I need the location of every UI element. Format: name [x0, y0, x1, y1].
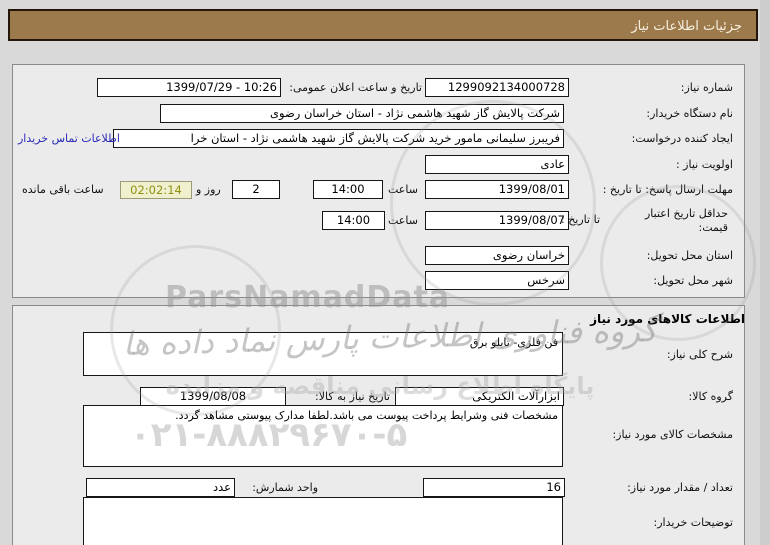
buyer-org-field[interactable]: شرکت پالایش گاز شهید هاشمی نژاد - استان … — [160, 104, 564, 123]
need-number-field[interactable]: 1299092134000728 — [425, 78, 569, 97]
goods-info-header: اطلاعات کالاهای مورد نیاز — [590, 312, 745, 326]
buyer-org-label: نام دستگاه خریدار: — [646, 107, 733, 120]
deadline-days-label: روز و — [196, 183, 221, 196]
buyer-contact-link[interactable]: اطلاعات تماس خریدار — [18, 132, 120, 145]
goods-need-date-field[interactable]: 1399/08/08 — [140, 387, 286, 406]
deadline-label: مهلت ارسال پاسخ: تا تاریخ : — [602, 183, 733, 196]
deadline-countdown: 02:02:14 — [120, 181, 192, 199]
goods-group-label: گروه کالا: — [688, 390, 733, 403]
priority-field[interactable]: عادی — [425, 155, 569, 174]
deadline-time-field[interactable]: 14:00 — [313, 180, 383, 199]
delivery-city-field[interactable]: سرخس — [425, 271, 569, 290]
request-creator-field[interactable]: فریبرز سلیمانی مامور خرید شرکت پالایش گا… — [113, 129, 564, 148]
need-description-label: شرح کلی نیاز: — [666, 348, 733, 361]
price-validity-time-field[interactable]: 14:00 — [322, 211, 385, 230]
request-creator-label: ایجاد کننده درخواست: — [631, 132, 733, 145]
count-unit-field[interactable]: عدد — [86, 478, 235, 497]
delivery-province-field[interactable]: خراسان رضوی — [425, 246, 569, 265]
announce-datetime-field[interactable]: 1399/07/29 - 10:26 — [97, 78, 281, 97]
need-description-area[interactable]: فن فلزی- تابلو برق — [83, 332, 563, 376]
deadline-days-field[interactable]: 2 — [232, 180, 280, 199]
deadline-hour-label: ساعت — [388, 183, 418, 196]
need-number-label: شماره نیاز: — [680, 81, 733, 94]
quantity-field[interactable]: 16 — [423, 478, 565, 497]
priority-label: اولویت نیاز : — [675, 158, 733, 171]
page: جزئیات اطلاعات نیاز شماره نیاز: 12990921… — [0, 0, 770, 545]
page-edge — [760, 0, 770, 545]
delivery-city-label: شهر محل تحویل: — [653, 274, 733, 287]
buyer-notes-label: توضیحات خریدار: — [653, 516, 734, 529]
price-validity-date-field[interactable]: 1399/08/07 — [425, 211, 569, 230]
goods-group-field[interactable]: ابزارآلات الکتریکی — [395, 387, 564, 406]
page-title: جزئیات اطلاعات نیاز — [8, 9, 758, 41]
price-validity-hour-label: ساعت — [388, 214, 418, 227]
deadline-date-field[interactable]: 1399/08/01 — [425, 180, 569, 199]
deadline-remaining-label: ساعت باقی مانده — [22, 183, 104, 196]
goods-specs-label: مشخصات کالای مورد نیاز: — [612, 428, 733, 441]
buyer-notes-area[interactable] — [83, 497, 563, 545]
price-validity-label: حداقل تاریخ اعتبار قیمت: — [644, 207, 728, 234]
announce-datetime-label: تاریخ و ساعت اعلان عمومی: — [289, 81, 422, 94]
price-validity-until-label: تا تاریخ : — [561, 213, 600, 226]
count-unit-label: واحد شمارش: — [252, 481, 318, 494]
goods-specs-area[interactable]: مشخصات فنی وشرایط پرداخت پیوست می باشد.ل… — [83, 405, 563, 467]
delivery-province-label: استان محل تحویل: — [646, 249, 733, 262]
quantity-label: تعداد / مقدار مورد نیاز: — [627, 481, 733, 494]
goods-need-date-label: تاریخ نیاز به کالا: — [315, 390, 390, 403]
